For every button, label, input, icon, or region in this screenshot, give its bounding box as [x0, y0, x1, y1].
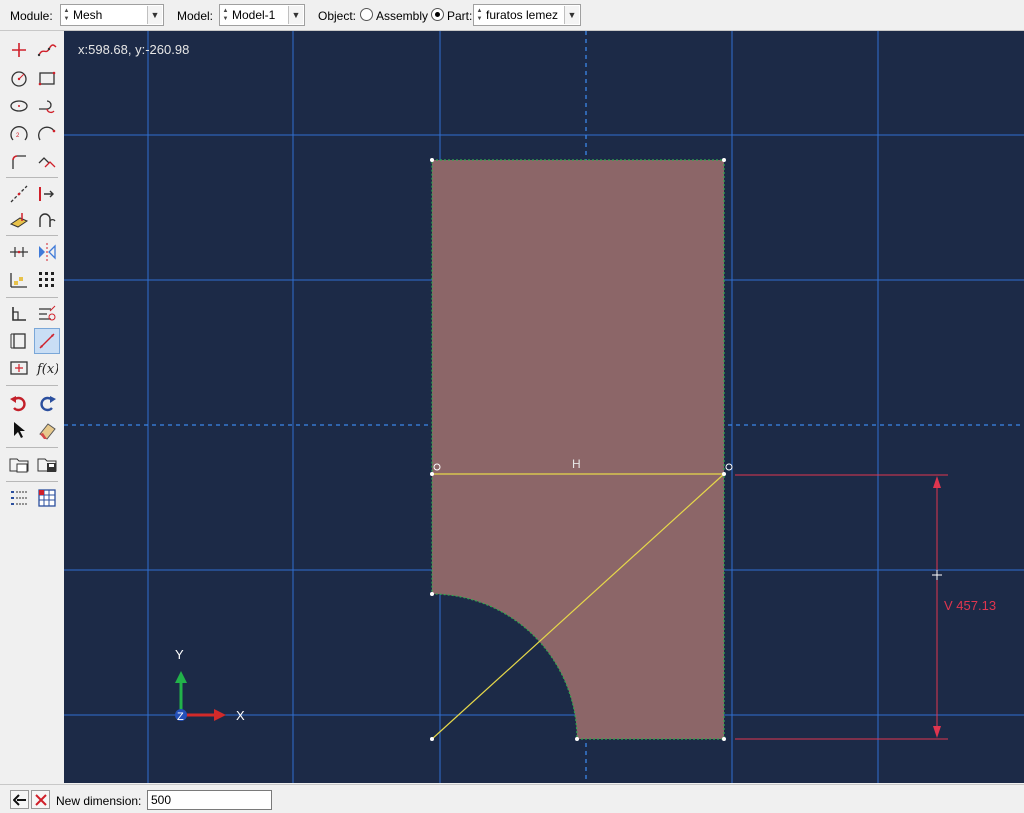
arc-tangent-icon[interactable]	[34, 121, 60, 147]
cancel-button[interactable]	[31, 790, 50, 809]
prompt-bar: New dimension:	[0, 784, 1024, 813]
new-dimension-input[interactable]	[147, 790, 272, 810]
fillet-icon[interactable]	[6, 149, 32, 175]
sketch-load-icon[interactable]	[6, 451, 32, 477]
model-label: Model:	[177, 9, 214, 23]
chevron-down-icon[interactable]: ▼	[288, 6, 303, 24]
svg-text:2: 2	[16, 133, 20, 139]
module-combo[interactable]: ▲ ▼ Mesh ▼	[60, 4, 164, 26]
view-triad: Y Z X	[175, 647, 245, 723]
object-label: Object:	[318, 9, 357, 23]
toolbox-divider	[6, 385, 58, 386]
prompt-label: New dimension:	[56, 794, 142, 808]
undo-icon[interactable]	[6, 390, 32, 416]
back-button[interactable]	[10, 790, 29, 809]
grid-icon[interactable]	[34, 485, 60, 511]
part-combo[interactable]: ▲ ▼ furatos lemez ▼	[473, 4, 581, 26]
linear-pattern-icon[interactable]	[6, 267, 32, 293]
toolbox-divider	[6, 235, 58, 236]
spin-arrows-icon[interactable]: ▲ ▼	[475, 7, 484, 23]
arc-3point-icon[interactable]: 2	[6, 121, 32, 147]
module-label: Module:	[10, 9, 53, 23]
assembly-radio[interactable]	[360, 8, 373, 21]
ellipse-icon[interactable]	[6, 93, 32, 119]
parameter-icon[interactable]	[6, 355, 32, 381]
model-combo[interactable]: ▲ ▼ Model-1 ▼	[219, 4, 305, 26]
horizontal-constraint-label: H	[572, 457, 581, 471]
sketch-toolbox: 2 f(x)	[0, 31, 64, 783]
toolbox-divider	[6, 177, 58, 178]
redo-icon[interactable]	[34, 390, 60, 416]
spline-icon[interactable]	[34, 37, 60, 63]
chevron-down-icon[interactable]: ▼	[147, 6, 162, 24]
rectangle-icon[interactable]	[34, 65, 60, 91]
toolbox-divider	[6, 297, 58, 298]
radial-pattern-icon[interactable]	[34, 267, 60, 293]
svg-text:f(x): f(x)	[36, 362, 58, 377]
construction-line-icon[interactable]	[6, 181, 32, 207]
part-face	[431, 159, 725, 740]
cursor-coordinates: x:598.68, y:-260.98	[78, 42, 190, 57]
close-icon	[34, 793, 47, 806]
add-dimension-icon[interactable]	[6, 328, 32, 354]
spin-arrows-icon[interactable]: ▲ ▼	[221, 7, 230, 23]
linear-dimension-icon[interactable]	[34, 328, 60, 354]
fillet-arc-icon[interactable]	[34, 93, 60, 119]
arrow-left-icon	[12, 793, 26, 806]
split-icon[interactable]	[34, 181, 60, 207]
dimension-arrow-top	[933, 476, 941, 488]
triad-z-label: Z	[177, 711, 184, 723]
project-edges-icon[interactable]	[6, 207, 32, 233]
sketch-save-icon[interactable]	[34, 451, 60, 477]
horizontal-constraint-icon[interactable]	[6, 239, 32, 265]
select-icon[interactable]	[6, 417, 32, 443]
chevron-down-icon[interactable]: ▼	[564, 6, 579, 24]
dimension-arrow-bottom	[933, 726, 941, 738]
offset-icon[interactable]	[34, 149, 60, 175]
triad-y-label: Y	[175, 647, 184, 662]
module-value: Mesh	[73, 8, 103, 22]
edit-dimension-icon[interactable]	[34, 301, 60, 327]
point-icon[interactable]	[6, 37, 32, 63]
vertical-dimension	[735, 474, 948, 740]
dimension-value-label: V 457.13	[944, 598, 996, 613]
triad-x-label: X	[236, 708, 245, 723]
toolbox-divider	[6, 447, 58, 448]
erase-icon[interactable]	[34, 417, 60, 443]
options-list-icon[interactable]	[6, 485, 32, 511]
spin-arrows-icon[interactable]: ▲ ▼	[62, 7, 71, 23]
circle-icon[interactable]	[6, 65, 32, 91]
model-value: Model-1	[232, 8, 276, 22]
context-bar: Module: ▲ ▼ Mesh ▼ Model: ▲ ▼ Model-1 ▼ Ob…	[0, 0, 1024, 31]
assembly-label: Assembly	[376, 9, 429, 23]
sketch-viewport[interactable]: H V 457.13 Y Z X x:598.68, y:-260.98	[64, 31, 1024, 783]
dimension-icon[interactable]	[6, 301, 32, 327]
toolbox-divider	[6, 481, 58, 482]
part-value: furatos lemez	[486, 8, 559, 22]
arc-tangent-icon[interactable]	[34, 207, 60, 233]
fx-icon[interactable]: f(x)	[34, 355, 60, 381]
part-radio[interactable]	[431, 8, 444, 21]
part-label: Part:	[447, 9, 473, 23]
mirror-icon[interactable]	[34, 239, 60, 265]
